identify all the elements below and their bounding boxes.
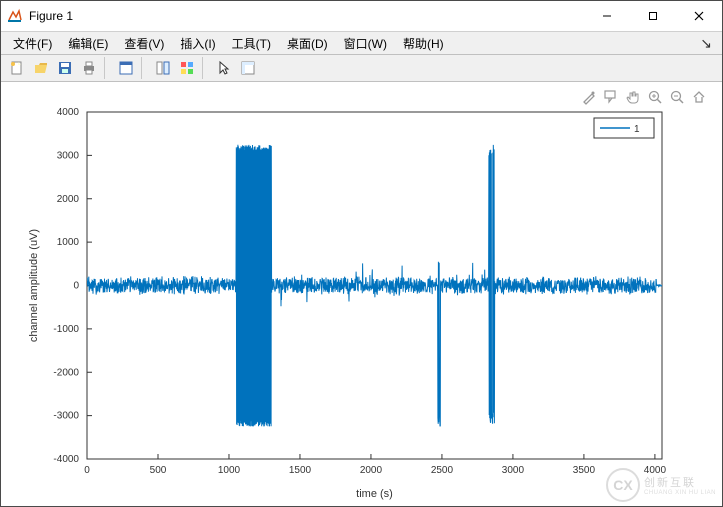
close-button[interactable] bbox=[676, 1, 722, 31]
watermark: CX 创新互联 CHUANG XIN HU LIAN bbox=[606, 468, 716, 502]
insert-colorbar-button[interactable] bbox=[175, 56, 199, 80]
menu-tools[interactable]: 工具(T) bbox=[224, 33, 279, 54]
save-button[interactable] bbox=[53, 56, 77, 80]
new-figure-button[interactable] bbox=[5, 56, 29, 80]
figure-canvas: 0 500 1000 1500 2000 2500 3000 3500 4000 -4000 -30… bbox=[1, 82, 722, 506]
svg-text:0: 0 bbox=[73, 281, 79, 292]
link-plot-button[interactable] bbox=[151, 56, 175, 80]
pointer-button[interactable] bbox=[212, 56, 236, 80]
svg-text:4000: 4000 bbox=[57, 107, 80, 118]
print-button[interactable] bbox=[77, 56, 101, 80]
menu-file[interactable]: 文件(F) bbox=[5, 33, 60, 54]
svg-text:3000: 3000 bbox=[502, 465, 525, 476]
svg-text:time (s): time (s) bbox=[356, 488, 393, 500]
open-button[interactable] bbox=[29, 56, 53, 80]
menu-window[interactable]: 窗口(W) bbox=[336, 33, 395, 54]
svg-text:channel amplitude (uV): channel amplitude (uV) bbox=[28, 229, 40, 342]
toolbar bbox=[1, 55, 722, 82]
svg-text:3000: 3000 bbox=[57, 150, 80, 161]
menu-help[interactable]: 帮助(H) bbox=[395, 33, 452, 54]
menu-overflow-icon[interactable]: ↘ bbox=[694, 35, 718, 52]
svg-text:1000: 1000 bbox=[218, 465, 241, 476]
menubar: 文件(F) 编辑(E) 查看(V) 插入(I) 工具(T) 桌面(D) 窗口(W… bbox=[1, 32, 722, 55]
plot-tools-button[interactable] bbox=[236, 56, 260, 80]
svg-text:-1000: -1000 bbox=[53, 324, 79, 335]
window-title: Figure 1 bbox=[29, 9, 73, 23]
svg-text:1000: 1000 bbox=[57, 237, 80, 248]
figure-window: Figure 1 文件(F) 编辑(E) 查看(V) 插入(I) 工具(T) 桌… bbox=[0, 0, 723, 507]
svg-text:2000: 2000 bbox=[360, 465, 383, 476]
menu-insert[interactable]: 插入(I) bbox=[172, 33, 223, 54]
svg-text:-2000: -2000 bbox=[53, 367, 79, 378]
svg-text:3500: 3500 bbox=[573, 465, 596, 476]
svg-text:1: 1 bbox=[634, 124, 640, 135]
menu-desktop[interactable]: 桌面(D) bbox=[279, 33, 336, 54]
watermark-line2: CHUANG XIN HU LIAN bbox=[644, 490, 716, 496]
maximize-button[interactable] bbox=[630, 1, 676, 31]
matlab-icon bbox=[7, 8, 23, 24]
toolbar-separator bbox=[104, 57, 111, 79]
menu-edit[interactable]: 编辑(E) bbox=[60, 33, 116, 54]
axes[interactable]: 0 500 1000 1500 2000 2500 3000 3500 4000 -4000 -30… bbox=[1, 82, 722, 505]
svg-text:1500: 1500 bbox=[289, 465, 312, 476]
svg-text:-4000: -4000 bbox=[53, 454, 79, 465]
svg-text:0: 0 bbox=[84, 465, 90, 476]
svg-text:-3000: -3000 bbox=[53, 411, 79, 422]
svg-text:2500: 2500 bbox=[431, 465, 454, 476]
toolbar-separator bbox=[202, 57, 209, 79]
toolbar-separator bbox=[141, 57, 148, 79]
data-cursor-button[interactable] bbox=[114, 56, 138, 80]
minimize-button[interactable] bbox=[584, 1, 630, 31]
menu-view[interactable]: 查看(V) bbox=[116, 33, 172, 54]
svg-text:2000: 2000 bbox=[57, 194, 80, 205]
watermark-logo: CX bbox=[606, 468, 640, 502]
watermark-line1: 创新互联 bbox=[644, 474, 716, 490]
svg-text:500: 500 bbox=[150, 465, 167, 476]
titlebar: Figure 1 bbox=[1, 1, 722, 32]
